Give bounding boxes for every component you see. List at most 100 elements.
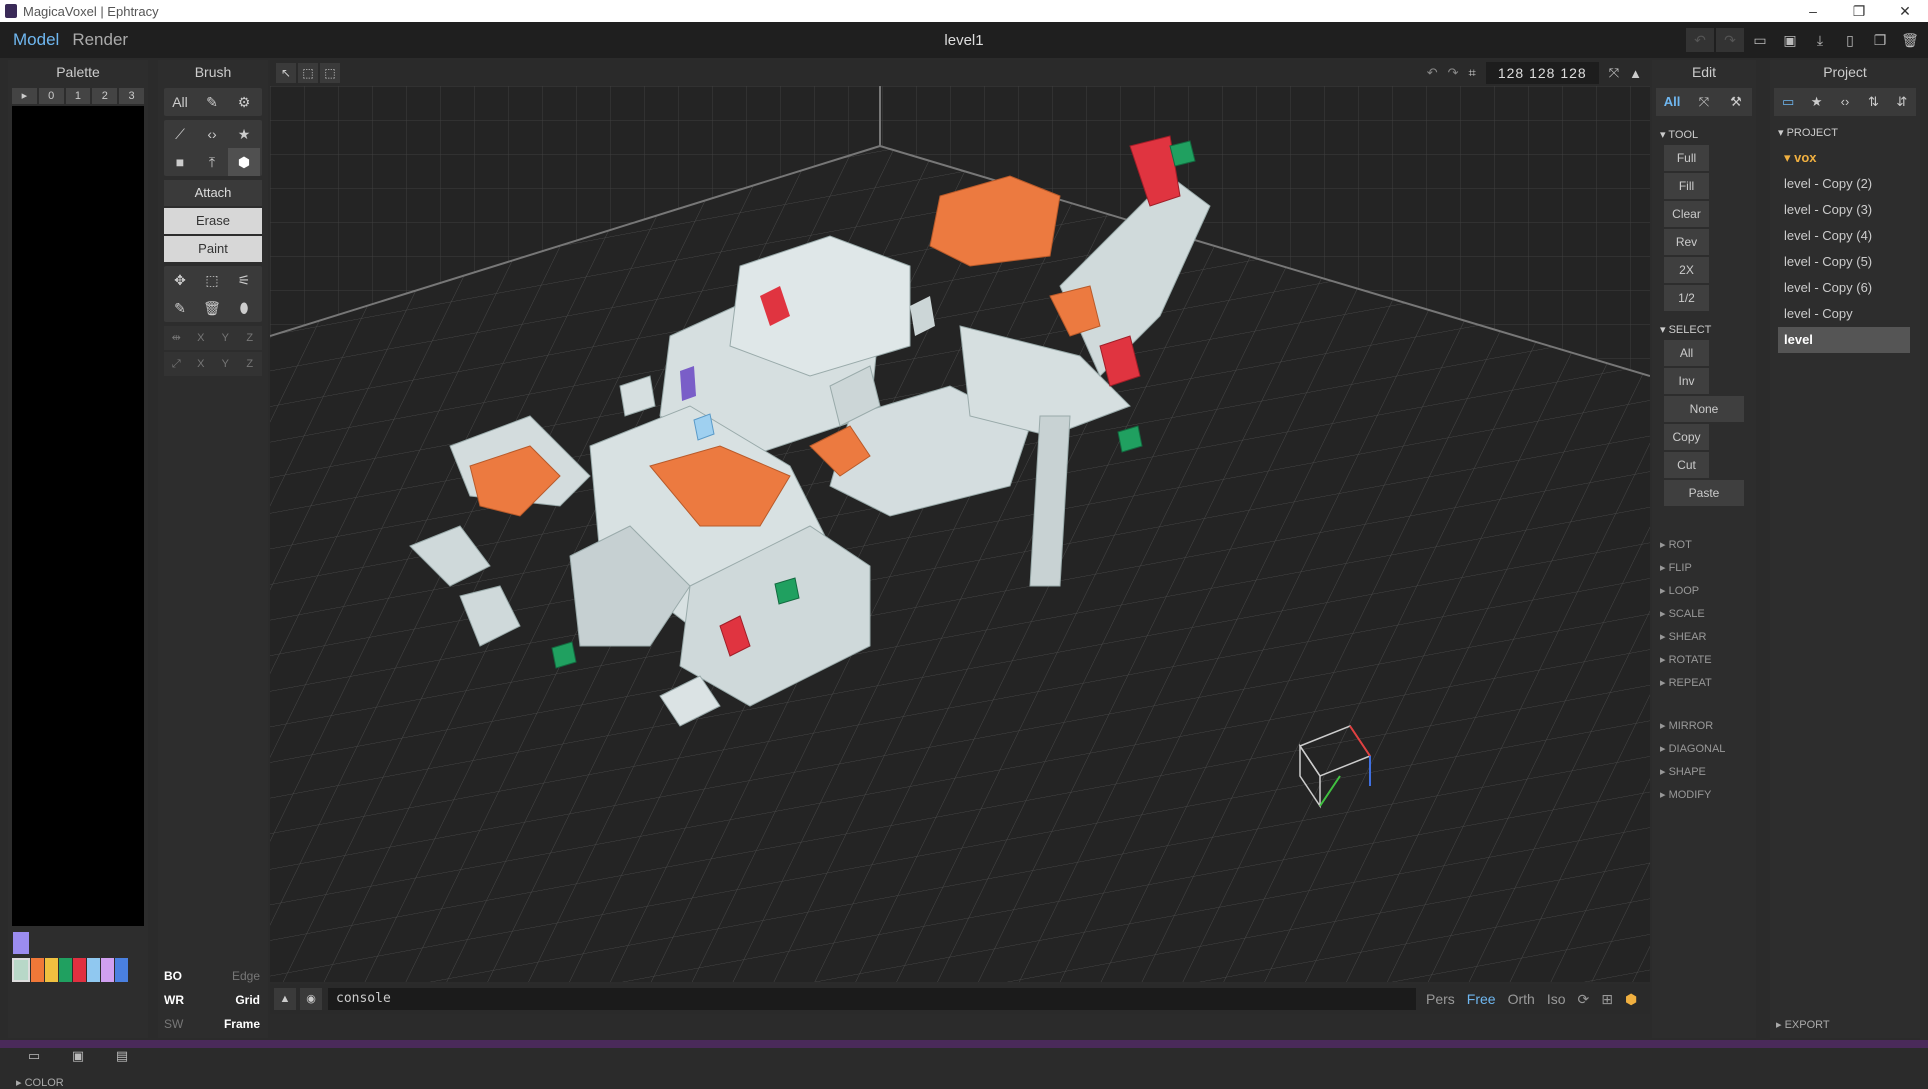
- model-size-field[interactable]: 128 128 128: [1485, 62, 1599, 84]
- pointer-icon[interactable]: ↖: [276, 63, 296, 83]
- grid-select-icon[interactable]: ⬚: [320, 63, 340, 83]
- vox-folder[interactable]: ▾ vox: [1778, 145, 1910, 171]
- mirror-x[interactable]: X: [189, 326, 214, 350]
- shape-section[interactable]: ▸ SHAPE: [1660, 765, 1748, 778]
- redo-icon[interactable]: ↷: [1716, 28, 1744, 52]
- full-button[interactable]: Full: [1664, 145, 1709, 171]
- flip-section[interactable]: ▸ FLIP: [1660, 561, 1748, 574]
- palette-tab-3[interactable]: 3: [119, 88, 144, 104]
- project-item[interactable]: level - Copy (4): [1778, 223, 1910, 249]
- pers-mode[interactable]: Pers: [1426, 991, 1455, 1008]
- scale-section[interactable]: ▸ SCALE: [1660, 607, 1748, 620]
- marquee-icon[interactable]: ⬚: [298, 63, 318, 83]
- project-item[interactable]: level - Copy (3): [1778, 197, 1910, 223]
- bo-toggle[interactable]: BO: [164, 964, 182, 988]
- folder-icon[interactable]: ▭: [1774, 88, 1802, 116]
- viewport-redo-icon[interactable]: ↷: [1448, 65, 1459, 81]
- layout-icon[interactable]: ⊞: [1601, 991, 1613, 1008]
- project-item-selected[interactable]: level: [1778, 327, 1910, 353]
- axis-lock-z[interactable]: Z: [238, 352, 263, 376]
- mirror-section[interactable]: ▸ MIRROR: [1660, 719, 1748, 732]
- palette-file-icon[interactable]: ▤: [116, 1048, 128, 1064]
- loop-section[interactable]: ▸ LOOP: [1660, 584, 1748, 597]
- mirror-y[interactable]: Y: [213, 326, 238, 350]
- close-button[interactable]: ✕: [1882, 0, 1928, 22]
- trash-icon[interactable]: 🗑: [196, 294, 228, 322]
- project-item[interactable]: level - Copy (2): [1778, 171, 1910, 197]
- transform-icon[interactable]: ⤧: [1688, 88, 1720, 116]
- minimize-button[interactable]: –: [1790, 0, 1836, 22]
- favorite-icon[interactable]: ★: [1802, 88, 1830, 116]
- voxel-icon[interactable]: ■: [164, 148, 196, 176]
- clear-button[interactable]: Clear: [1664, 201, 1709, 227]
- paint-button[interactable]: Paint: [164, 236, 262, 262]
- grid-toggle[interactable]: Grid: [235, 988, 260, 1012]
- pencil-icon[interactable]: ✎: [196, 88, 228, 116]
- undo-icon[interactable]: ↶: [1686, 28, 1714, 52]
- render-tab[interactable]: Render: [72, 30, 128, 50]
- color-swatch[interactable]: [73, 958, 86, 982]
- color-swatch[interactable]: [31, 958, 44, 982]
- reset-view-icon[interactable]: ⟳: [1578, 991, 1590, 1008]
- new-icon[interactable]: ▯: [1836, 28, 1864, 52]
- rot-section[interactable]: ▸ ROT: [1660, 538, 1748, 551]
- free-mode[interactable]: Free: [1467, 991, 1496, 1008]
- attach-button[interactable]: Attach: [164, 180, 262, 206]
- console-input[interactable]: console: [328, 988, 1416, 1010]
- palette-tab-2[interactable]: 2: [92, 88, 118, 104]
- star-icon[interactable]: ★: [228, 120, 260, 148]
- palette-open-icon[interactable]: ▭: [28, 1048, 40, 1064]
- erase-button[interactable]: Erase: [164, 208, 262, 234]
- shear-section[interactable]: ▸ SHEAR: [1660, 630, 1748, 643]
- repeat-section[interactable]: ▸ REPEAT: [1660, 676, 1748, 689]
- save-icon[interactable]: ▣: [1776, 28, 1804, 52]
- project-item[interactable]: level - Copy (5): [1778, 249, 1910, 275]
- palette-tab-1[interactable]: 1: [65, 88, 91, 104]
- sort-desc-icon[interactable]: ⇵: [1888, 88, 1916, 116]
- axis-lock-icon[interactable]: ⤢: [164, 352, 189, 376]
- cut-button[interactable]: Cut: [1664, 452, 1709, 478]
- project-item[interactable]: level - Copy: [1778, 301, 1910, 327]
- select-all-button[interactable]: All: [1664, 340, 1709, 366]
- orth-mode[interactable]: Orth: [1508, 991, 1535, 1008]
- crop-icon[interactable]: ⌗: [1469, 65, 1476, 81]
- fill-bucket-icon[interactable]: ⬮: [228, 294, 260, 322]
- color-swatch[interactable]: [59, 958, 72, 982]
- axis-lock-x[interactable]: X: [189, 352, 214, 376]
- select-box-icon[interactable]: ⬚: [196, 266, 228, 294]
- wr-toggle[interactable]: WR: [164, 988, 184, 1012]
- paste-button[interactable]: Paste: [1664, 480, 1744, 506]
- frame-toggle[interactable]: Frame: [224, 1012, 260, 1036]
- gear-icon[interactable]: ⚙: [228, 88, 260, 116]
- code-icon[interactable]: ‹›: [196, 120, 228, 148]
- mirror-icon[interactable]: ⇹: [164, 326, 189, 350]
- half-button[interactable]: 1/2: [1664, 285, 1709, 311]
- model-icon[interactable]: ⬢: [1625, 991, 1637, 1008]
- viewport-undo-icon[interactable]: ↶: [1427, 65, 1438, 81]
- wrench-icon[interactable]: ⚒: [1720, 88, 1752, 116]
- palette-save-icon[interactable]: ▣: [72, 1048, 84, 1064]
- modify-section[interactable]: ▸ MODIFY: [1660, 788, 1748, 801]
- box-icon[interactable]: ⬢: [228, 148, 260, 176]
- diagonal-section[interactable]: ▸ DIAGONAL: [1660, 742, 1748, 755]
- restore-button[interactable]: ❐: [1836, 0, 1882, 22]
- fit-icon[interactable]: ⤧: [1609, 65, 1619, 81]
- model-tab[interactable]: Model: [13, 30, 59, 50]
- sw-toggle[interactable]: SW: [164, 1012, 183, 1036]
- edge-toggle[interactable]: Edge: [232, 964, 260, 988]
- save-as-icon[interactable]: ⤓: [1806, 28, 1834, 52]
- edit-all-button[interactable]: All: [1656, 88, 1688, 116]
- console-toggle-icon[interactable]: ▲: [274, 988, 296, 1010]
- magic-wand-icon[interactable]: ⚟: [228, 266, 260, 294]
- iso-mode[interactable]: Iso: [1547, 991, 1566, 1008]
- mirror-z[interactable]: Z: [238, 326, 263, 350]
- palette-grid[interactable]: [12, 106, 144, 926]
- axis-lock-y[interactable]: Y: [213, 352, 238, 376]
- brush-all-button[interactable]: All: [164, 88, 196, 116]
- eyedropper-icon[interactable]: ✎: [164, 294, 196, 322]
- color-swatch[interactable]: [12, 958, 30, 982]
- open-icon[interactable]: ▭: [1746, 28, 1774, 52]
- line-icon[interactable]: ⟋: [164, 120, 196, 148]
- face-icon[interactable]: ⤒: [196, 148, 228, 176]
- color-section[interactable]: ▸ COLOR: [16, 1076, 64, 1089]
